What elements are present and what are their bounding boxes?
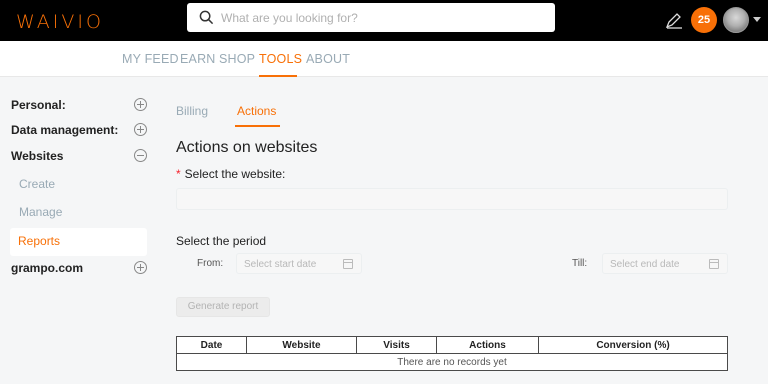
sidebar-item-grampo[interactable]: grampo.com xyxy=(11,261,83,275)
select-website-text: Select the website: xyxy=(184,167,286,181)
start-date-placeholder: Select start date xyxy=(244,259,317,270)
till-label: Till: xyxy=(572,258,588,269)
main-nav: MY FEED EARN SHOP TOOLS ABOUT xyxy=(0,41,768,77)
sidebar-item-data-management[interactable]: Data management: xyxy=(11,123,118,137)
chevron-down-icon[interactable] xyxy=(753,17,761,22)
required-asterisk: * xyxy=(176,167,181,181)
tab-active-underline xyxy=(235,125,280,127)
nav-item-about[interactable]: ABOUT xyxy=(306,52,350,66)
website-select[interactable] xyxy=(176,188,728,210)
report-table: Date Website Visits Actions Conversion (… xyxy=(176,336,728,371)
table-header-row: Date Website Visits Actions Conversion (… xyxy=(176,336,728,354)
user-avatar[interactable] xyxy=(723,7,749,33)
column-header-visits: Visits xyxy=(356,336,437,354)
edit-post-icon[interactable] xyxy=(664,10,684,30)
nav-item-earn[interactable]: EARN xyxy=(180,52,216,66)
select-website-label: * Select the website: xyxy=(176,167,285,181)
search-icon xyxy=(199,10,214,25)
generate-report-button[interactable]: Generate report xyxy=(176,297,270,317)
collapse-minus-icon[interactable] xyxy=(134,149,147,162)
tab-actions[interactable]: Actions xyxy=(237,104,276,118)
from-label: From: xyxy=(197,258,224,269)
nav-item-my-feed[interactable]: MY FEED xyxy=(122,52,179,66)
empty-message: There are no records yet xyxy=(176,353,728,371)
calendar-icon xyxy=(343,259,353,269)
sidebar-item-personal[interactable]: Personal: xyxy=(11,98,66,112)
waivio-logo[interactable]: WAIVIO xyxy=(16,11,104,33)
page-title: Actions on websites xyxy=(176,139,318,156)
expand-plus-icon[interactable] xyxy=(134,123,147,136)
column-header-conversion: Conversion (%) xyxy=(538,336,728,354)
table-row: There are no records yet xyxy=(176,353,728,371)
tab-billing[interactable]: Billing xyxy=(176,104,208,118)
expand-plus-icon[interactable] xyxy=(134,98,147,111)
end-date-input[interactable]: Select end date xyxy=(602,253,728,274)
sidebar-item-create[interactable]: Create xyxy=(19,177,55,191)
start-date-input[interactable]: Select start date xyxy=(236,253,362,274)
expand-plus-icon[interactable] xyxy=(134,261,147,274)
column-header-date: Date xyxy=(176,336,247,354)
nav-item-tools[interactable]: TOOLS xyxy=(259,52,302,66)
column-header-website: Website xyxy=(246,336,357,354)
notifications-badge[interactable]: 25 xyxy=(691,7,717,33)
calendar-icon xyxy=(709,259,719,269)
sidebar: Personal: Data management: Websites Crea… xyxy=(0,77,160,384)
sidebar-item-websites[interactable]: Websites xyxy=(11,149,63,163)
search-input[interactable] xyxy=(221,10,541,25)
search-bar[interactable] xyxy=(187,3,555,32)
sidebar-item-manage[interactable]: Manage xyxy=(19,205,62,219)
top-bar: WAIVIO 25 xyxy=(0,0,768,41)
end-date-placeholder: Select end date xyxy=(610,259,680,270)
nav-item-shop[interactable]: SHOP xyxy=(219,52,255,66)
main-content: Billing Actions Actions on websites * Sel… xyxy=(160,77,768,384)
period-label: Select the period xyxy=(176,234,267,248)
column-header-actions: Actions xyxy=(436,336,539,354)
sidebar-item-reports[interactable]: Reports xyxy=(18,234,60,248)
